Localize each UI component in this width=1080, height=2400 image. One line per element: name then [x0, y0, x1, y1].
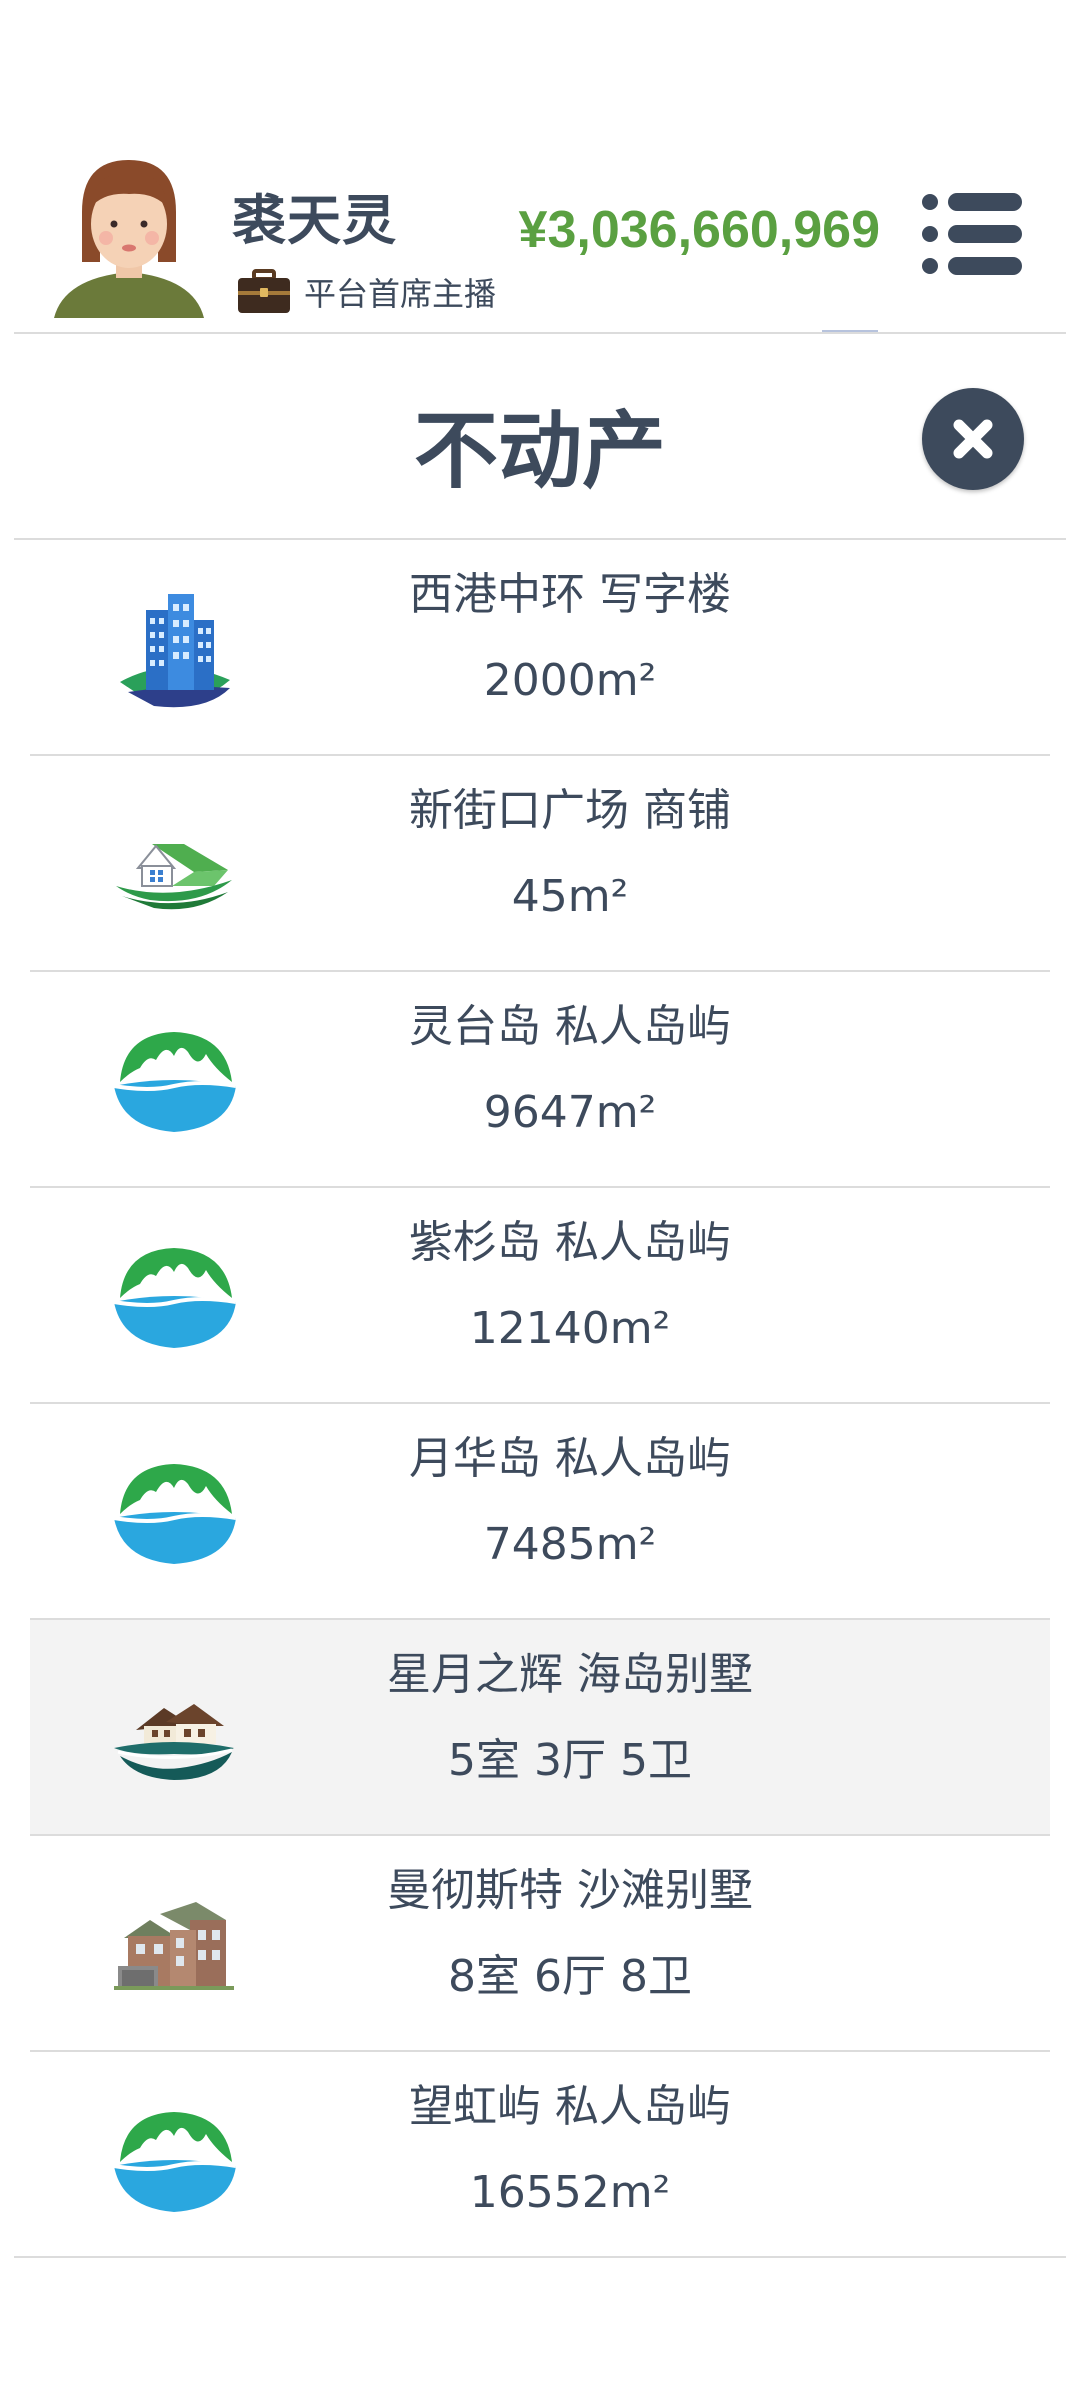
property-detail: 2000m²: [483, 655, 657, 706]
property-detail: 5室 3厅 5卫: [448, 1735, 692, 1786]
list-bottom-divider: [14, 2256, 1066, 2258]
property-item[interactable]: 新街口广场 商铺 45m²: [30, 756, 1050, 972]
property-detail: 12140m²: [469, 1303, 671, 1354]
property-name: 紫杉岛 私人岛屿: [409, 1217, 731, 1268]
user-title: 平台首席主播: [304, 275, 497, 313]
island-icon: [113, 2112, 237, 2212]
property-detail: 7485m²: [483, 1519, 657, 1570]
user-title-row: 平台首席主播: [236, 268, 496, 316]
office-building-icon: [120, 594, 230, 708]
property-item[interactable]: 星月之辉 海岛别墅 5室 3厅 5卫: [30, 1620, 1050, 1836]
close-button[interactable]: [922, 388, 1024, 490]
property-name: 曼彻斯特 沙滩别墅: [387, 1865, 753, 1916]
beach-villa-icon: [114, 1902, 234, 1990]
female-avatar-icon[interactable]: [44, 150, 214, 320]
balance-amount: ¥3,036,660,969: [518, 201, 880, 259]
island-icon: [113, 1464, 237, 1564]
user-header: 裘天灵 平台首席主播 ¥3,036,660,969: [0, 0, 1080, 334]
property-item[interactable]: 紫杉岛 私人岛屿 12140m²: [30, 1188, 1050, 1404]
briefcase-icon: [238, 269, 290, 313]
property-detail: 45m²: [511, 871, 629, 922]
property-item[interactable]: 月华岛 私人岛屿 7485m²: [30, 1404, 1050, 1620]
property-item[interactable]: 曼彻斯特 沙滩别墅 8室 6厅 8卫: [30, 1836, 1050, 2052]
panel-title: 不动产: [413, 402, 666, 500]
close-icon: [953, 419, 993, 459]
island-villa-icon: [114, 1704, 234, 1780]
property-name: 望虹屿 私人岛屿: [409, 2081, 731, 2132]
user-name: 裘天灵: [232, 189, 397, 252]
header-divider: [14, 332, 1066, 334]
property-item[interactable]: 望虹屿 私人岛屿 16552m²: [30, 2052, 1050, 2268]
property-list: 西港中环 写字楼 2000m² 新街口广场 商铺 45m² 灵台岛 私人岛屿 9…: [30, 540, 1050, 2268]
property-name: 月华岛 私人岛屿: [409, 1433, 731, 1484]
property-item[interactable]: 西港中环 写字楼 2000m²: [30, 540, 1050, 756]
property-name: 新街口广场 商铺: [409, 785, 731, 836]
property-name: 星月之辉 海岛别墅: [387, 1649, 753, 1700]
property-item[interactable]: 灵台岛 私人岛屿 9647m²: [30, 972, 1050, 1188]
property-detail: 16552m²: [469, 2167, 671, 2218]
island-icon: [113, 1032, 237, 1132]
list-menu-icon[interactable]: [920, 192, 1024, 276]
property-detail: 9647m²: [483, 1087, 657, 1138]
property-name: 西港中环 写字楼: [409, 569, 731, 620]
island-icon: [113, 1248, 237, 1348]
property-detail: 8室 6厅 8卫: [448, 1951, 692, 2002]
shop-house-icon: [116, 844, 232, 910]
property-name: 灵台岛 私人岛屿: [409, 1001, 731, 1052]
